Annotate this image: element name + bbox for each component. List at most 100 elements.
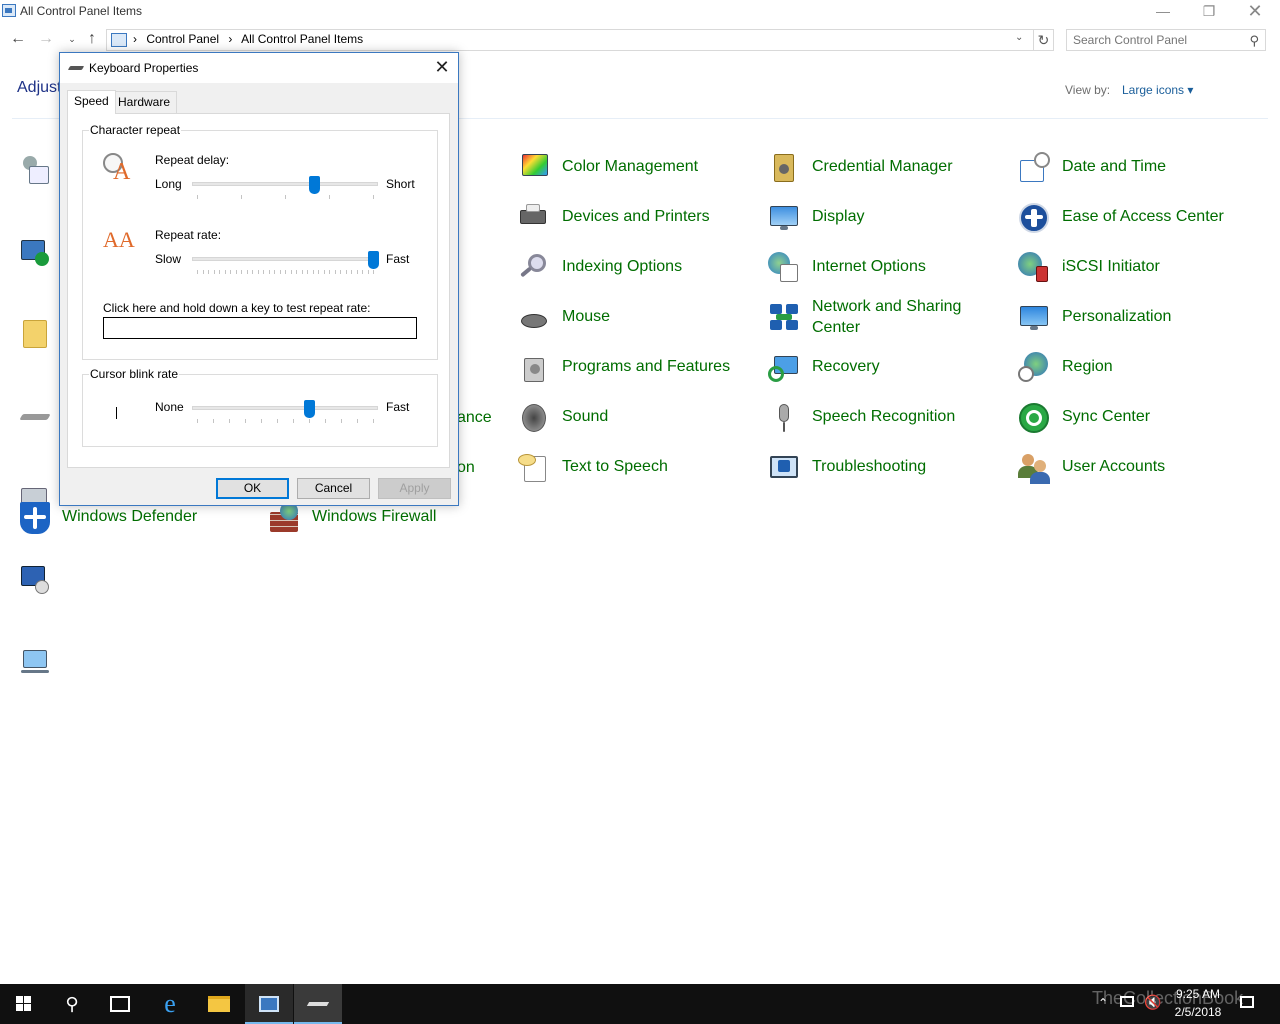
cp-item-user-accounts[interactable]: User Accounts xyxy=(1018,452,1232,492)
cp-item-date-and-time[interactable]: Date and Time xyxy=(1018,152,1232,192)
minimize-icon[interactable]: — xyxy=(1140,0,1186,24)
cp-item-region[interactable]: Region xyxy=(1018,352,1232,392)
cp-item-windows-defender[interactable]: Windows Defender xyxy=(18,502,232,542)
repeat-rate-thumb[interactable] xyxy=(367,251,379,269)
cp-item-speech-recognition[interactable]: Speech Recognition xyxy=(768,402,982,442)
cp-item-sync-center[interactable]: Sync Center xyxy=(1018,402,1232,442)
control-panel-app-icon xyxy=(2,4,16,17)
cp-item-indexing-options[interactable]: Indexing Options xyxy=(518,252,732,292)
cp-item-label: Recovery xyxy=(812,358,880,375)
breadcrumb-all-items[interactable]: All Control Panel Items xyxy=(241,32,363,46)
breadcrumb-control-panel[interactable]: Control Panel xyxy=(146,32,219,46)
cp-item-internet-options[interactable]: Internet Options xyxy=(768,252,982,292)
cp-item-windows-firewall[interactable]: Windows Firewall xyxy=(268,502,482,542)
breadcrumb-separator[interactable]: › xyxy=(228,32,232,46)
view-by-dropdown[interactable]: Large icons ▾ xyxy=(1122,83,1193,97)
slider-tick xyxy=(261,419,262,423)
breadcrumb-separator[interactable]: › xyxy=(133,32,137,46)
personalization-icon xyxy=(1018,302,1050,334)
file-explorer-icon[interactable] xyxy=(195,984,243,1024)
cp-item-credential-manager[interactable]: Credential Manager xyxy=(768,152,982,192)
cp-item-label: Sound xyxy=(562,408,609,425)
restore-icon[interactable]: ❐ xyxy=(1186,0,1232,24)
slider-tick xyxy=(197,419,198,423)
cp-item-label: Credential Manager xyxy=(812,158,953,175)
slider-tick xyxy=(309,419,310,423)
clock-date[interactable]: 2/5/2018 xyxy=(1172,1005,1224,1019)
cp-item-troubleshooting[interactable]: Troubleshooting xyxy=(768,452,982,492)
forward-arrow-icon[interactable]: → xyxy=(36,30,56,50)
cp-item-network-and-sharing-center[interactable]: Network and Sharing Center xyxy=(768,298,982,342)
up-arrow-icon[interactable]: ↑ xyxy=(82,30,102,50)
control-panel-taskbar-icon[interactable] xyxy=(245,984,293,1024)
keyboard-icon[interactable] xyxy=(19,400,51,432)
clock-time[interactable]: 9:25 AM xyxy=(1172,987,1224,1001)
repeat-rate-ticks xyxy=(197,270,374,274)
cp-item-iscsi-initiator[interactable]: iSCSI Initiator xyxy=(1018,252,1232,292)
search-icon[interactable]: ⚲ xyxy=(1249,33,1259,49)
user-accounts-icon xyxy=(1018,452,1050,484)
volume-muted-icon[interactable]: 🔇 xyxy=(1144,994,1161,1011)
slider-tick xyxy=(345,270,347,274)
cp-item-label: Mouse xyxy=(562,308,611,325)
sync-center-icon xyxy=(1018,402,1050,434)
start-button[interactable] xyxy=(0,984,48,1024)
cp-item-mouse[interactable]: Mouse xyxy=(518,302,732,342)
search-input[interactable] xyxy=(1073,33,1243,47)
cp-item-programs-and-features[interactable]: Programs and Features xyxy=(518,352,732,392)
cp-item-display[interactable]: Display xyxy=(768,202,982,242)
cp-item-label: Internet Options xyxy=(812,258,926,275)
repeat-rate-slider[interactable] xyxy=(192,257,378,261)
cursor-blink-slider[interactable] xyxy=(192,406,378,410)
ok-button[interactable]: OK xyxy=(216,478,289,499)
recent-locations-chevron-icon[interactable]: ⌄ xyxy=(62,30,82,50)
cp-item-label-partial[interactable]: on xyxy=(457,459,475,477)
autoplay-icon[interactable] xyxy=(19,318,51,350)
cp-item-color-management[interactable]: Color Management xyxy=(518,152,732,192)
cp-item-sound[interactable]: Sound xyxy=(518,402,732,442)
dialog-title-bar[interactable]: Keyboard Properties ✕ xyxy=(60,53,458,83)
cp-item-recovery[interactable]: Recovery xyxy=(768,352,982,392)
slider-tick xyxy=(357,419,358,423)
search-icon[interactable]: ⚲ xyxy=(48,984,96,1024)
cursor-blink-thumb[interactable] xyxy=(304,400,316,418)
cancel-button[interactable]: Cancel xyxy=(297,478,370,499)
cp-item-text-to-speech[interactable]: Text to Speech xyxy=(518,452,732,492)
action-center-icon[interactable] xyxy=(1240,996,1254,1008)
mouse-icon xyxy=(518,302,550,334)
slider-tick xyxy=(257,270,259,274)
close-icon[interactable]: ✕ xyxy=(1232,0,1278,24)
task-view-icon[interactable] xyxy=(96,984,144,1024)
slider-tick xyxy=(329,195,330,199)
cp-item-devices-and-printers[interactable]: Devices and Printers xyxy=(518,202,732,242)
action-center-icon[interactable] xyxy=(19,236,51,268)
tab-hardware[interactable]: Hardware xyxy=(111,91,178,113)
test-repeat-input[interactable] xyxy=(103,317,417,339)
close-icon[interactable]: ✕ xyxy=(428,56,456,80)
keyboard-taskbar-icon[interactable] xyxy=(294,984,342,1024)
internet-explorer-icon[interactable]: e xyxy=(146,984,194,1024)
address-bar[interactable]: › Control Panel › All Control Panel Item… xyxy=(106,29,1034,51)
repeat-delay-slider[interactable] xyxy=(192,182,378,186)
slider-tick xyxy=(373,270,374,274)
test-repeat-label: Click here and hold down a key to test r… xyxy=(103,301,371,315)
cp-item-personalization[interactable]: Personalization xyxy=(1018,302,1232,342)
keyboard-properties-dialog: Keyboard Properties ✕ Character repeat A… xyxy=(59,52,459,506)
apply-button[interactable]: Apply xyxy=(378,478,451,499)
slider-tick xyxy=(274,270,275,274)
cursor-blink-ticks xyxy=(197,419,374,423)
network-tray-icon[interactable] xyxy=(1120,996,1134,1007)
cp-item-label: User Accounts xyxy=(1062,458,1166,475)
address-dropdown-icon[interactable]: ⌄ xyxy=(1015,32,1023,43)
refresh-icon[interactable]: ↻ xyxy=(1034,29,1054,51)
show-hidden-icons-chevron-icon[interactable]: ⌃ xyxy=(1098,996,1108,1010)
tab-speed[interactable]: Speed xyxy=(67,90,116,114)
repeat-delay-thumb[interactable] xyxy=(309,176,321,194)
system-icon[interactable] xyxy=(19,646,51,678)
administrative-tools-icon[interactable] xyxy=(19,154,51,186)
cp-item-ease-of-access-center[interactable]: Ease of Access Center xyxy=(1018,202,1232,242)
back-arrow-icon[interactable]: ← xyxy=(8,30,28,50)
cp-item-label-partial[interactable]: ance xyxy=(457,409,492,427)
remoteapp-icon[interactable] xyxy=(19,564,51,596)
search-box[interactable]: ⚲ xyxy=(1066,29,1266,51)
